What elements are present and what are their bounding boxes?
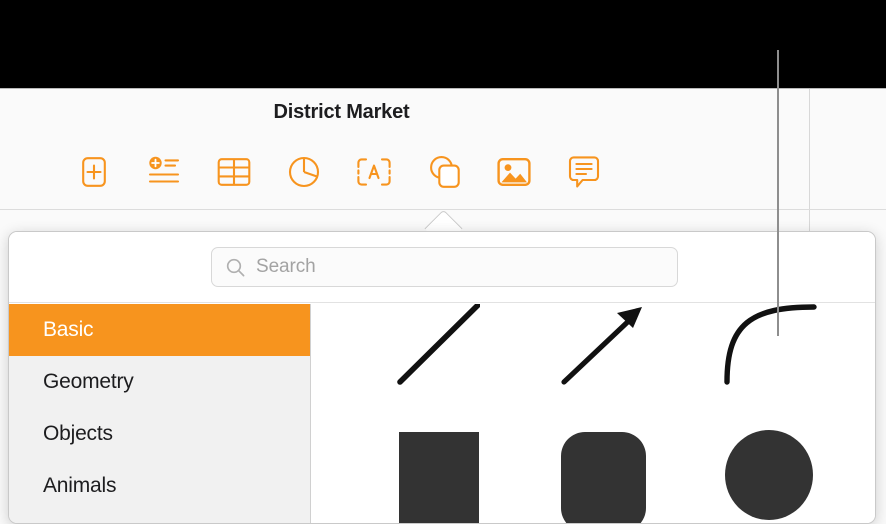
annotation-callout-line bbox=[777, 50, 779, 336]
shape-grid bbox=[312, 304, 875, 523]
table-grid-icon bbox=[217, 158, 251, 186]
sidebar-item-label: Geometry bbox=[43, 370, 134, 393]
sidebar-item-objects[interactable]: Objects bbox=[9, 408, 310, 460]
shape-rounded-square[interactable] bbox=[484, 422, 646, 523]
diagonal-arrow-icon bbox=[561, 307, 642, 385]
quarter-arc-curve-icon bbox=[724, 304, 817, 385]
filled-circle-icon bbox=[725, 430, 813, 520]
sidebar-item-label: Basic bbox=[43, 318, 94, 341]
add-text-list-button[interactable] bbox=[146, 153, 182, 191]
filled-square-icon bbox=[399, 432, 479, 523]
shape-square[interactable] bbox=[320, 422, 480, 523]
insert-comment-button[interactable] bbox=[566, 153, 602, 191]
add-slide-button[interactable] bbox=[76, 153, 112, 191]
shape-arrow[interactable] bbox=[484, 304, 644, 414]
sidebar-item-label: Animals bbox=[43, 474, 117, 497]
search-input[interactable]: Search bbox=[256, 256, 316, 278]
comment-bubble-icon bbox=[568, 156, 600, 188]
bulleted-list-plus-icon bbox=[148, 156, 180, 183]
insert-table-button[interactable] bbox=[216, 153, 252, 191]
diagonal-line-icon bbox=[397, 304, 480, 385]
shape-curved-line[interactable] bbox=[647, 304, 817, 414]
main-toolbar bbox=[0, 143, 683, 201]
insert-text-box-button[interactable] bbox=[356, 153, 392, 191]
sidebar-item-label: Objects bbox=[43, 422, 113, 445]
shape-picker-popover: Search Basic Geometry Objects Animals bbox=[8, 231, 876, 524]
popover-search-area: Search bbox=[9, 232, 875, 303]
plus-in-rounded-square-icon bbox=[82, 157, 106, 187]
sidebar-item-animals[interactable]: Animals bbox=[9, 460, 310, 512]
category-sidebar: Basic Geometry Objects Animals bbox=[9, 304, 311, 523]
pie-chart-icon bbox=[288, 156, 320, 188]
page-title: District Market bbox=[273, 101, 410, 123]
shape-line[interactable] bbox=[320, 304, 480, 414]
insert-chart-button[interactable] bbox=[286, 153, 322, 191]
insert-shape-button[interactable] bbox=[426, 153, 462, 191]
search-input-wrapper[interactable]: Search bbox=[211, 247, 678, 287]
image-photo-icon bbox=[497, 158, 531, 187]
search-magnifier-icon bbox=[226, 258, 245, 276]
insert-media-button[interactable] bbox=[496, 153, 532, 191]
screenshot-root: District Market Search Basic Geometry Ob… bbox=[0, 0, 886, 524]
sidebar-item-basic[interactable]: Basic bbox=[9, 304, 310, 356]
toolbar-bottom-divider bbox=[0, 209, 886, 210]
text-box-a-icon bbox=[357, 158, 391, 186]
sidebar-item-geometry[interactable]: Geometry bbox=[9, 356, 310, 408]
shapes-overlap-icon bbox=[430, 156, 460, 188]
shape-circle[interactable] bbox=[647, 422, 813, 523]
filled-rounded-square-icon bbox=[561, 432, 646, 523]
